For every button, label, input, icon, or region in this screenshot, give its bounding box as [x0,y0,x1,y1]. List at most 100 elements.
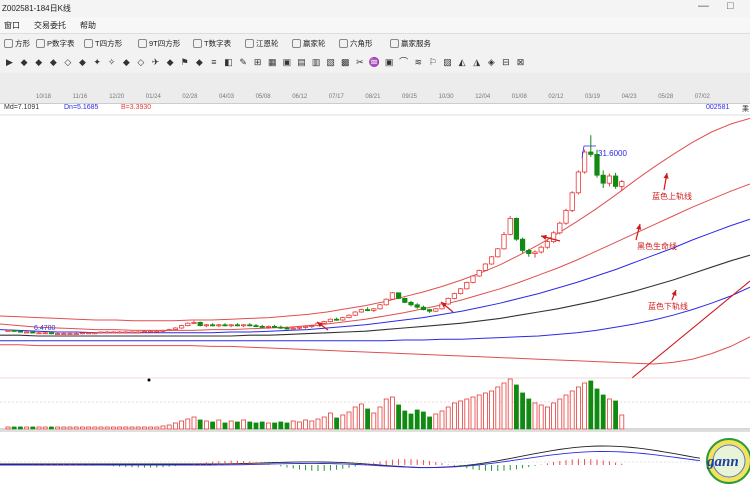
volume-bar [247,421,253,430]
candle-body [172,327,178,331]
candle-body [278,326,284,329]
volume-bar [507,378,513,430]
candle-body [309,325,315,328]
candle-body [197,321,203,326]
volume-bar [445,406,451,430]
low-price-label: 6.4700 [34,325,56,332]
volume-bar [501,382,507,430]
candle-body [302,325,309,328]
candle-body [92,332,98,335]
volume-bar [129,426,135,430]
candle-body [67,333,73,336]
volume-bar [458,400,464,430]
candle-body [445,297,451,305]
volume-bar [272,422,278,430]
volume-bar [216,419,222,430]
volume-bar [141,426,147,430]
volume-bar [303,419,309,430]
volume-bar [321,416,327,430]
volume-bar [414,409,420,430]
candle-body [532,251,538,254]
volume-bar [607,398,612,430]
candle-body [42,332,48,335]
volume-bar [234,421,240,430]
candle-body [284,327,290,330]
volume-bar [389,396,395,430]
candle-body [36,332,42,335]
macd-dea-line [0,451,701,469]
candle-body [296,326,303,329]
volume-bar [352,406,358,430]
candle-body [110,331,116,334]
volume-bar [588,380,594,430]
candle-body [488,256,495,265]
volume-bar [557,398,563,430]
volume-bar [408,413,414,430]
volume-bar [104,426,110,430]
volume-bar [464,398,470,430]
candle-body [414,304,420,308]
candle-body [371,308,377,311]
candle-body [513,217,520,240]
candle-body [476,269,482,277]
candle-body [538,246,544,253]
volume-bar [42,426,48,430]
candle-body [247,324,253,327]
volume-bar [241,419,247,430]
candle-body [464,281,470,290]
middle-band-arrow-head [636,224,642,230]
volume-bar [396,404,402,430]
candle-body [135,331,141,334]
volume-bar [470,396,476,430]
volume-bar [402,410,408,430]
candle-body [408,301,414,306]
volume-bar [489,390,495,430]
candle-body [383,298,389,306]
candle-body [557,222,563,234]
candle-body [563,209,569,224]
candle-body [588,151,594,155]
volume-bar [545,406,550,430]
candle-body [203,324,209,327]
candle-body [271,325,278,328]
candle-body [327,318,334,323]
candle-body [185,322,191,327]
candle-body [30,331,36,334]
candle-body [402,297,408,303]
marker-dot [147,378,151,382]
candle-body [5,329,11,332]
volume-bar [61,426,67,430]
candle-body [228,324,234,327]
candle-body [234,324,240,327]
volume-bar [334,417,340,430]
volume-bar [166,424,172,430]
volume-bar [172,422,178,430]
candle-body [48,332,55,335]
candle-body [364,309,371,312]
volume-bar [433,413,439,430]
candle-body [619,181,625,187]
candle-body [209,324,216,327]
candle-body [575,171,582,194]
candle-body [340,317,346,321]
volume-bar [154,426,160,430]
candle-body [613,175,619,187]
candle-body [154,330,160,333]
candle-body [98,331,104,334]
volume-bar [49,426,54,430]
volume-bar [148,426,154,430]
volume-bar [482,392,488,430]
volume-bar [17,426,23,430]
price-chart: 31.6000 6.4700 蓝色上轨线黑色生命线蓝色下轨线 gann [0,114,750,484]
candle-body [352,311,358,316]
volume-bar [563,394,569,430]
volume-bar [5,426,11,430]
middle-band-annotation: 黑色生命线 [637,241,677,251]
volume-bar [278,421,284,430]
gann-logo-text: gann [706,454,739,470]
volume-bar [427,416,433,430]
candle-body [240,324,247,327]
volume-bar [613,400,618,430]
volume-bar [315,418,321,430]
volume-bar [594,388,600,430]
